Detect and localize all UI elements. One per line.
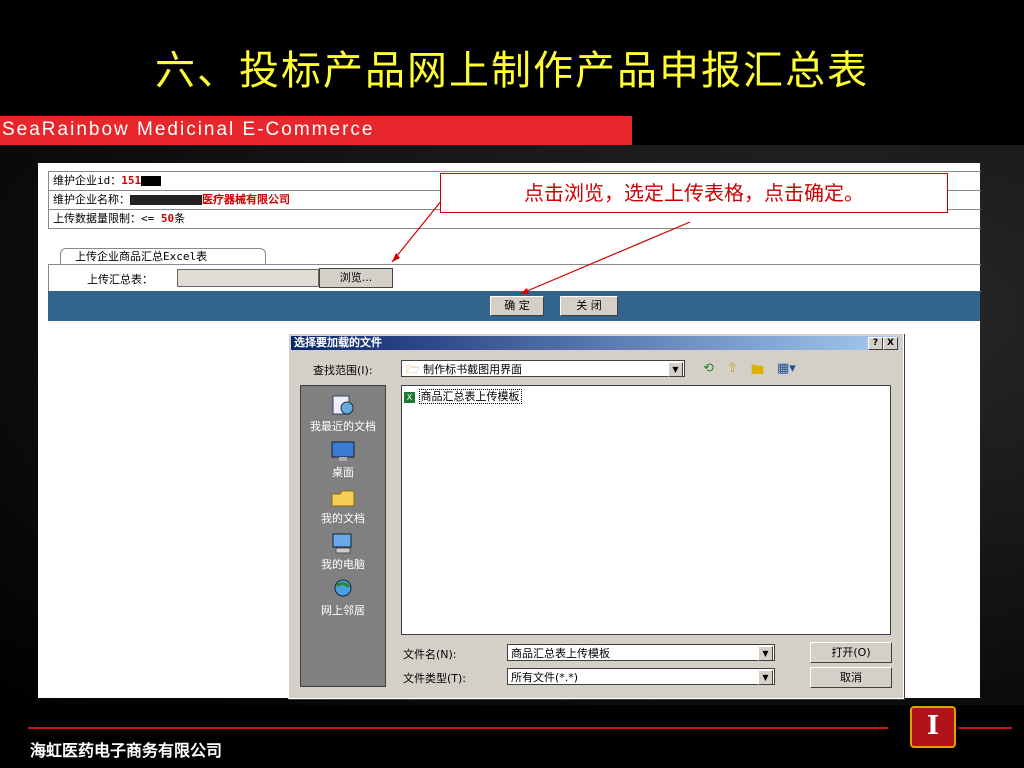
- filetype-label: 文件类型(T):: [403, 672, 467, 685]
- place-label: 我的电脑: [321, 558, 365, 571]
- dialog-title-bar: 选择要加载的文件 ? X: [291, 336, 899, 350]
- place-label: 桌面: [332, 466, 354, 479]
- dialog-title: 选择要加载的文件: [294, 336, 382, 349]
- places-bar: 我最近的文档 桌面 我的文档 我的电脑 网上邻居: [300, 385, 386, 687]
- filetype-value: 所有文件(*.*): [511, 671, 579, 684]
- open-button[interactable]: 打开(O): [810, 642, 892, 663]
- desktop-icon: [330, 440, 356, 462]
- chevron-down-icon[interactable]: ▼: [668, 362, 683, 377]
- folder-icon: 🗁: [406, 363, 420, 376]
- back-icon[interactable]: ⟲: [703, 361, 714, 376]
- up-folder-icon[interactable]: ⇧: [727, 361, 738, 376]
- filetype-select[interactable]: 所有文件(*.*) ▼: [507, 668, 775, 685]
- excel-file-icon: X: [404, 391, 415, 403]
- lookin-label: 查找范围(I):: [313, 364, 373, 377]
- filename-value: 商品汇总表上传模板: [511, 647, 610, 660]
- footer-divider: [28, 727, 888, 729]
- lookin-select[interactable]: 🗁 制作标书截图用界面 ▼: [401, 360, 685, 377]
- instruction-callout: 点击浏览，选定上传表格，点击确定。: [440, 173, 948, 213]
- help-button[interactable]: ?: [868, 337, 883, 350]
- chevron-down-icon[interactable]: ▼: [758, 646, 773, 661]
- footer-divider: [958, 727, 1012, 729]
- footer-company: 海虹医药电子商务有限公司: [30, 741, 223, 760]
- company-logo: I: [910, 706, 956, 748]
- place-my-computer[interactable]: 我的电脑: [301, 532, 385, 572]
- place-network[interactable]: 网上邻居: [301, 578, 385, 618]
- network-icon: [330, 578, 356, 600]
- place-recent[interactable]: 我最近的文档: [301, 394, 385, 434]
- cancel-button[interactable]: 取消: [810, 667, 892, 688]
- place-my-documents[interactable]: 我的文档: [301, 486, 385, 526]
- my-computer-icon: [330, 532, 356, 554]
- place-desktop[interactable]: 桌面: [301, 440, 385, 480]
- list-item[interactable]: X 商品汇总表上传模板: [404, 388, 522, 404]
- dialog-close-button[interactable]: X: [883, 337, 898, 350]
- lookin-value: 制作标书截图用界面: [423, 363, 523, 376]
- my-documents-icon: [330, 486, 356, 508]
- chevron-down-icon[interactable]: ▼: [758, 670, 773, 685]
- place-label: 我的文档: [321, 512, 365, 525]
- recent-docs-icon: [330, 394, 356, 416]
- file-name: 商品汇总表上传模板: [418, 389, 522, 404]
- filename-input[interactable]: 商品汇总表上传模板 ▼: [507, 644, 775, 661]
- view-menu-icon[interactable]: ▦▾: [777, 361, 796, 376]
- new-folder-icon[interactable]: 🖿: [751, 361, 764, 383]
- filename-label: 文件名(N):: [403, 648, 457, 661]
- file-open-dialog: 选择要加载的文件 ? X 查找范围(I): 🗁 制作标书截图用界面 ▼ ⟲ ⇧ …: [288, 333, 904, 699]
- place-label: 网上邻居: [321, 604, 365, 617]
- place-label: 我最近的文档: [310, 420, 376, 433]
- file-list: X 商品汇总表上传模板: [401, 385, 891, 635]
